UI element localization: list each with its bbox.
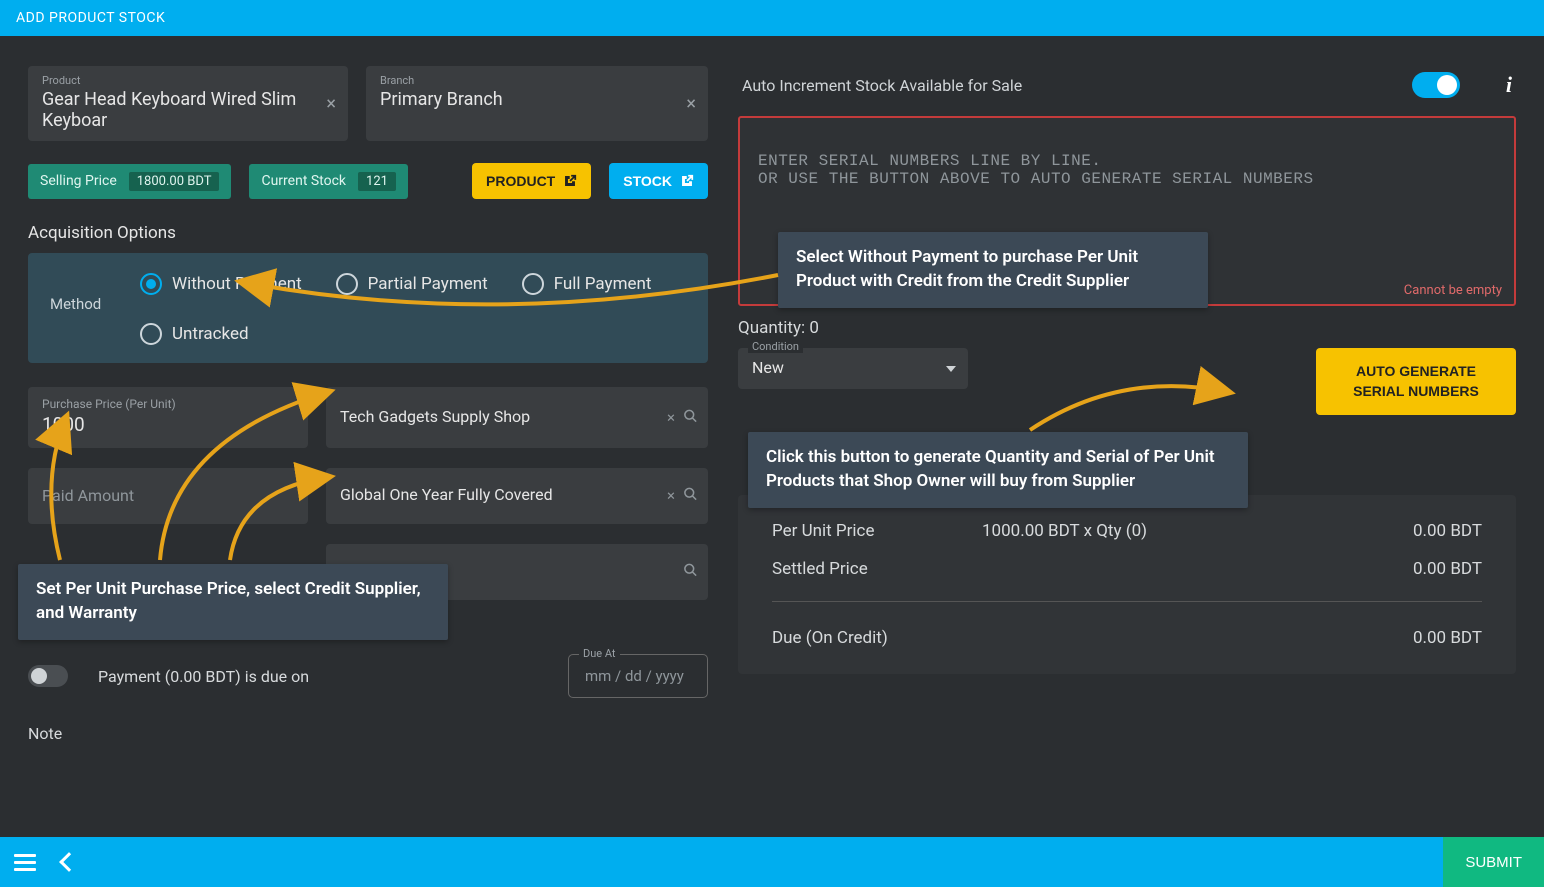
- external-link-icon: [680, 174, 694, 188]
- current-stock-label: Current Stock: [261, 173, 346, 189]
- due-at-field[interactable]: Due At mm / dd / yyyy: [568, 654, 708, 698]
- warranty-field[interactable]: Global One Year Fully Covered ×: [326, 468, 708, 524]
- radio-full-payment[interactable]: Full Payment: [522, 273, 652, 295]
- warranty-value: Global One Year Fully Covered: [340, 484, 553, 506]
- title-bar: ADD PRODUCT STOCK: [0, 0, 1544, 36]
- purchase-price-value: 1000: [42, 413, 294, 436]
- search-icon[interactable]: [683, 408, 698, 427]
- auto-increment-toggle[interactable]: [1412, 72, 1460, 98]
- payment-due-toggle[interactable]: [28, 665, 68, 687]
- quantity-label: Quantity: 0: [738, 318, 1516, 338]
- branch-label: Branch: [380, 74, 694, 87]
- condition-value: New: [752, 358, 784, 377]
- close-icon[interactable]: ×: [667, 408, 675, 427]
- submit-button[interactable]: SUBMIT: [1443, 837, 1544, 887]
- product-button[interactable]: PRODUCT: [472, 163, 591, 199]
- selling-price-label: Selling Price: [40, 173, 117, 189]
- auto-increment-label: Auto Increment Stock Available for Sale: [742, 76, 1412, 95]
- paid-amount-label: Paid Amount: [42, 486, 134, 505]
- due-on-credit-label: Due (On Credit): [772, 628, 982, 648]
- external-link-icon: [563, 174, 577, 188]
- serial-error: Cannot be empty: [1404, 283, 1502, 298]
- close-icon[interactable]: ×: [686, 93, 696, 114]
- search-icon[interactable]: [683, 487, 698, 506]
- supplier-field[interactable]: Tech Gadgets Supply Shop ×: [326, 387, 708, 448]
- due-at-label: Due At: [579, 647, 620, 660]
- per-unit-price-value: 0.00 BDT: [1352, 521, 1482, 541]
- close-icon[interactable]: ×: [326, 93, 336, 114]
- radio-partial-payment[interactable]: Partial Payment: [336, 273, 488, 295]
- serial-placeholder: ENTER SERIAL NUMBERS LINE BY LINE. OR US…: [758, 152, 1314, 188]
- product-value: Gear Head Keyboard Wired Slim Keyboar: [42, 89, 334, 131]
- pricing-panel: Per Unit Price 1000.00 BDT x Qty (0) 0.0…: [738, 495, 1516, 674]
- close-icon[interactable]: ×: [667, 487, 675, 506]
- per-unit-price-label: Per Unit Price: [772, 521, 982, 541]
- note-label: Note: [28, 724, 708, 743]
- radio-untracked[interactable]: Untracked: [140, 323, 686, 345]
- purchase-price-field[interactable]: Purchase Price (Per Unit) 1000: [28, 387, 308, 448]
- callout-without-payment: Select Without Payment to purchase Per U…: [778, 232, 1208, 308]
- method-panel: Method Without Payment Partial Payment F…: [28, 253, 708, 363]
- due-at-placeholder: mm / dd / yyyy: [585, 667, 684, 685]
- paid-amount-field[interactable]: Paid Amount: [28, 468, 308, 524]
- selling-price-value: 1800.00 BDT: [129, 172, 220, 191]
- callout-purchase-price: Set Per Unit Purchase Price, select Cred…: [18, 564, 448, 640]
- supplier-value: Tech Gadgets Supply Shop: [340, 406, 530, 428]
- branch-field[interactable]: Branch Primary Branch ×: [366, 66, 708, 141]
- footer-bar: SUBMIT: [0, 837, 1544, 887]
- purchase-price-label: Purchase Price (Per Unit): [42, 397, 294, 411]
- per-unit-price-calc: 1000.00 BDT x Qty (0): [982, 521, 1352, 541]
- radio-without-payment[interactable]: Without Payment: [140, 273, 302, 295]
- search-icon[interactable]: [683, 563, 698, 582]
- payment-due-label: Payment (0.00 BDT) is due on: [98, 667, 309, 686]
- product-field[interactable]: Product Gear Head Keyboard Wired Slim Ke…: [28, 66, 348, 141]
- chevron-down-icon: [946, 366, 956, 372]
- info-icon[interactable]: i: [1506, 72, 1512, 98]
- auto-generate-serials-button[interactable]: AUTO GENERATE SERIAL NUMBERS: [1316, 348, 1516, 415]
- menu-icon[interactable]: [14, 854, 36, 870]
- callout-autogen: Click this button to generate Quantity a…: [748, 432, 1248, 508]
- left-column: Product Gear Head Keyboard Wired Slim Ke…: [28, 66, 708, 837]
- selling-price-chip: Selling Price 1800.00 BDT: [28, 164, 231, 199]
- product-label: Product: [42, 74, 334, 87]
- stock-button[interactable]: STOCK: [609, 163, 708, 199]
- page-title: ADD PRODUCT STOCK: [16, 10, 165, 26]
- condition-label: Condition: [748, 340, 803, 353]
- current-stock-chip: Current Stock 121: [249, 164, 407, 199]
- branch-value: Primary Branch: [380, 89, 694, 110]
- condition-select[interactable]: Condition New: [738, 348, 968, 389]
- settled-price-value: 0.00 BDT: [1352, 559, 1482, 579]
- back-icon[interactable]: [59, 852, 79, 872]
- method-label: Method: [50, 295, 101, 313]
- acquisition-title: Acquisition Options: [28, 223, 708, 243]
- current-stock-value: 121: [358, 172, 396, 191]
- due-on-credit-value: 0.00 BDT: [1352, 628, 1482, 648]
- settled-price-label: Settled Price: [772, 559, 982, 579]
